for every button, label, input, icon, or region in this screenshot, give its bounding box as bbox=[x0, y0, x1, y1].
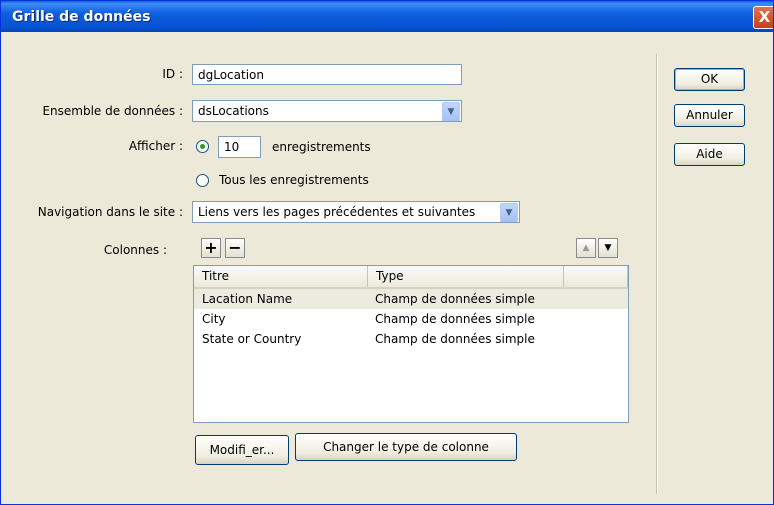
arrow-up-icon[interactable]: ▲ bbox=[576, 238, 596, 258]
chevron-down-icon[interactable]: ▼ bbox=[500, 203, 518, 222]
show-label: Afficher : bbox=[128, 139, 183, 153]
show-unit-label: enregistrements bbox=[272, 140, 371, 154]
close-icon[interactable]: X bbox=[753, 6, 773, 29]
dialog-window: Grille de données X ID : dgLocation Ense… bbox=[0, 0, 774, 505]
cancel-button[interactable]: Annuler bbox=[674, 104, 745, 127]
modify-button[interactable]: Modifi_er... bbox=[195, 435, 289, 465]
header-title[interactable]: Titre bbox=[194, 266, 368, 287]
columns-label: Colonnes : bbox=[103, 243, 167, 257]
title-bar[interactable]: Grille de données X bbox=[1, 1, 773, 32]
show-all-label[interactable]: Tous les enregistrements bbox=[219, 173, 369, 187]
show-count-input[interactable]: 10 bbox=[218, 136, 261, 158]
dataset-label: Ensemble de données : bbox=[42, 104, 183, 118]
row-type: Champ de données simple bbox=[375, 292, 535, 306]
row-type: Champ de données simple bbox=[375, 312, 535, 326]
columns-list[interactable]: Titre Type Lacation Name Champ de donnée… bbox=[193, 265, 629, 423]
dialog-body: ID : dgLocation Ensemble de données : ds… bbox=[5, 32, 771, 500]
table-row[interactable]: City Champ de données simple bbox=[194, 309, 628, 329]
dataset-value: dsLocations bbox=[198, 104, 269, 118]
show-count-radio[interactable] bbox=[196, 140, 209, 153]
plus-icon[interactable]: + bbox=[201, 238, 221, 258]
nav-label: Navigation dans le site : bbox=[37, 205, 183, 219]
minus-icon[interactable]: − bbox=[225, 238, 245, 258]
table-row[interactable]: State or Country Champ de données simple bbox=[194, 329, 628, 349]
row-title: City bbox=[202, 312, 226, 326]
help-button[interactable]: Aide bbox=[674, 143, 745, 166]
chevron-down-icon[interactable]: ▼ bbox=[442, 102, 460, 121]
id-input[interactable]: dgLocation bbox=[192, 64, 462, 85]
nav-value: Liens vers les pages précédentes et suiv… bbox=[198, 205, 476, 219]
row-title: Lacation Name bbox=[202, 292, 293, 306]
radio-selected-dot bbox=[200, 144, 205, 149]
id-label: ID : bbox=[162, 67, 183, 81]
dataset-select[interactable]: dsLocations ▼ bbox=[192, 100, 462, 122]
change-column-type-button[interactable]: Changer le type de colonne bbox=[295, 433, 517, 461]
arrow-down-icon[interactable]: ▼ bbox=[598, 238, 618, 258]
nav-select[interactable]: Liens vers les pages précédentes et suiv… bbox=[192, 201, 520, 223]
columns-list-header: Titre Type bbox=[194, 266, 628, 289]
header-empty bbox=[564, 266, 628, 287]
table-row[interactable]: Lacation Name Champ de données simple bbox=[194, 289, 628, 309]
vertical-divider bbox=[656, 54, 658, 494]
ok-button[interactable]: OK bbox=[674, 68, 745, 91]
row-title: State or Country bbox=[202, 332, 302, 346]
header-type[interactable]: Type bbox=[368, 266, 564, 287]
row-type: Champ de données simple bbox=[375, 332, 535, 346]
dialog-title: Grille de données bbox=[12, 9, 151, 25]
show-all-radio[interactable] bbox=[196, 174, 209, 187]
